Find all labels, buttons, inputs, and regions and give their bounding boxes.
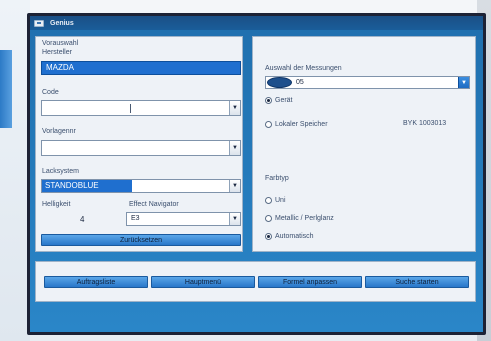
messung-value: 05 (296, 79, 304, 86)
hersteller-label: Hersteller (42, 49, 72, 56)
vorauswahl-label: Vorauswahl (42, 40, 79, 47)
preselection-panel: Vorauswahl Hersteller MAZDA Code ▼ Vorla… (35, 36, 243, 252)
chevron-down-icon[interactable]: ▼ (458, 77, 469, 88)
auftragsliste-button[interactable]: Auftragsliste (44, 276, 148, 288)
title-bar: Genius (30, 16, 483, 30)
zuruecksetzen-button[interactable]: Zurücksetzen (41, 234, 241, 246)
farbtyp-label: Farbtyp (265, 175, 289, 182)
chevron-down-icon[interactable]: ▼ (229, 141, 240, 155)
automatisch-radio[interactable] (265, 233, 272, 240)
helligkeit-value: 4 (80, 215, 85, 224)
lokaler-speicher-label: Lokaler Speicher (275, 121, 328, 128)
lacksystem-combobox[interactable]: STANDOBLUE ▼ (41, 179, 241, 193)
suche-starten-button[interactable]: Suche starten (365, 276, 469, 288)
app-window: Genius Vorauswahl Hersteller MAZDA Code … (30, 16, 483, 332)
effect-navigator-label: Effect Navigator (129, 201, 179, 208)
chevron-down-icon[interactable]: ▼ (229, 180, 240, 192)
uni-label: Uni (275, 197, 286, 204)
action-bar: Auftragsliste Hauptmenü Formel anpassen … (35, 261, 476, 302)
code-combobox[interactable]: ▼ (41, 100, 241, 116)
uni-radio[interactable] (265, 197, 272, 204)
chevron-down-icon[interactable]: ▼ (229, 101, 240, 115)
lacksystem-label: Lacksystem (42, 168, 79, 175)
hauptmenu-button[interactable]: Hauptmenü (151, 276, 255, 288)
metallic-label: Metallic / Perlglanz (275, 215, 334, 222)
measurement-panel: Auswahl der Messungen 05 ▼ Gerät Lokaler… (252, 36, 476, 252)
messung-combobox[interactable]: 05 ▼ (265, 76, 470, 89)
formel-anpassen-button[interactable]: Formel anpassen (258, 276, 362, 288)
device-serial: BYK 1003013 (403, 120, 447, 127)
geraet-label: Gerät (275, 97, 293, 104)
hersteller-field[interactable]: MAZDA (41, 61, 241, 75)
auswahl-messungen-label: Auswahl der Messungen (265, 65, 342, 72)
vorlagennr-combobox[interactable]: ▼ (41, 140, 241, 156)
app-window-icon (34, 19, 44, 27)
chevron-down-icon[interactable]: ▼ (229, 213, 240, 225)
effect-navigator-value: E3 (131, 215, 140, 222)
lacksystem-value: STANDOBLUE (42, 180, 132, 192)
monitor-frame: Genius Vorauswahl Hersteller MAZDA Code … (27, 13, 486, 335)
automatisch-label: Automatisch (275, 233, 314, 240)
geraet-radio[interactable] (265, 97, 272, 104)
window-title: Genius (50, 19, 74, 27)
lokaler-speicher-radio[interactable] (265, 121, 272, 128)
vorlagennr-label: Vorlagennr (42, 128, 76, 135)
text-cursor-icon (130, 104, 131, 113)
code-label: Code (42, 89, 59, 96)
helligkeit-label: Helligkeit (42, 201, 71, 208)
effect-navigator-combobox[interactable]: E3 ▼ (126, 212, 241, 226)
backdrop-blue-accent (0, 50, 12, 128)
metallic-radio[interactable] (265, 215, 272, 222)
measurement-device-icon (267, 77, 292, 88)
